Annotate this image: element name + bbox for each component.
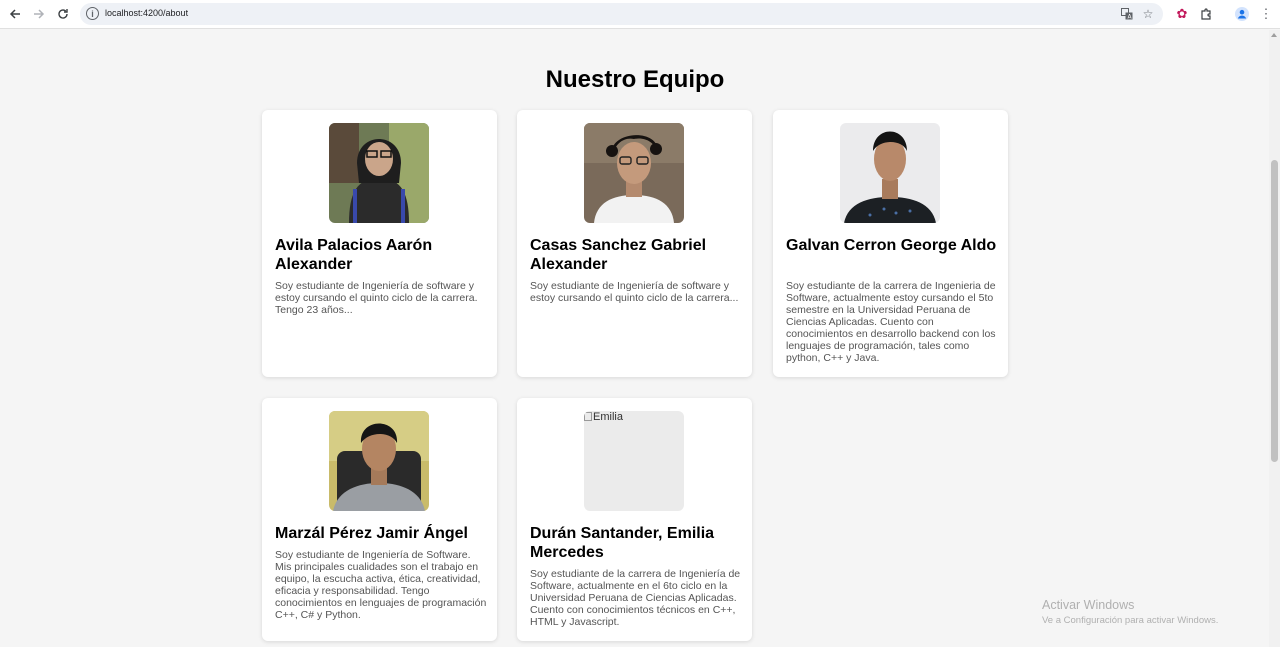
activation-watermark-subtitle: Ve a Configuración para activar Windows.: [1042, 615, 1219, 626]
scroll-up-arrow-icon[interactable]: [1271, 33, 1277, 37]
arrow-left-icon: [9, 9, 20, 19]
broken-image-icon: [584, 412, 592, 421]
member-photo-broken: Emilia: [584, 411, 684, 511]
browser-toolbar: i localhost:4200/about A ☆ ✿ ⋮: [0, 0, 1280, 29]
member-description: Soy estudiante de la carrera de Ingenier…: [530, 568, 741, 628]
image-alt-text: Emilia: [593, 411, 623, 423]
profile-icon[interactable]: [1232, 4, 1252, 24]
page-scrollbar[interactable]: [1269, 30, 1280, 647]
kebab-menu-icon[interactable]: ⋮: [1256, 4, 1276, 24]
member-photo: [329, 123, 429, 223]
member-name: Marzál Pérez Jamir Ángel: [275, 525, 468, 542]
forward-button[interactable]: [27, 2, 51, 26]
broken-image-alt: Emilia: [584, 411, 623, 423]
member-name: Durán Santander, Emilia Mercedes: [530, 525, 715, 561]
extension-logo-icon[interactable]: ✿: [1172, 4, 1192, 24]
team-member-card: Avila Palacios Aarón Alexander Soy estud…: [262, 110, 497, 377]
back-button[interactable]: [3, 2, 27, 26]
member-name: Avila Palacios Aarón Alexander: [275, 237, 433, 273]
team-member-card: Emilia Durán Santander, Emilia Mercedes …: [517, 398, 752, 641]
activation-watermark-title: Activar Windows: [1042, 598, 1135, 612]
member-photo: [329, 411, 429, 511]
member-name: Galvan Cerron George Aldo: [786, 237, 997, 254]
member-description: Soy estudiante de Ingeniería de software…: [530, 280, 739, 304]
page-title: Nuestro Equipo: [545, 66, 725, 93]
scroll-thumb[interactable]: [1271, 160, 1278, 462]
puzzle-icon[interactable]: [1196, 4, 1216, 24]
address-bar[interactable]: i localhost:4200/about A ☆: [80, 3, 1163, 25]
team-member-card: Marzál Pérez Jamir Ángel Soy estudiante …: [262, 398, 497, 641]
reload-icon: [58, 9, 68, 19]
translate-icon[interactable]: A: [1119, 6, 1135, 22]
team-member-card: Casas Sanchez Gabriel Alexander Soy estu…: [517, 110, 752, 377]
team-member-card: Galvan Cerron George Aldo Soy estudiante…: [773, 110, 1008, 377]
member-description: Soy estudiante de Ingeniería de software…: [275, 280, 478, 316]
member-description: Soy estudiante de Ingeniería de Software…: [275, 549, 487, 621]
info-icon[interactable]: i: [86, 7, 99, 20]
star-icon[interactable]: ☆: [1140, 6, 1156, 22]
member-description: Soy estudiante de la carrera de Ingenier…: [786, 280, 996, 364]
member-photo: [840, 123, 940, 223]
arrow-right-icon: [34, 9, 45, 19]
url-text[interactable]: localhost:4200/about: [105, 8, 188, 18]
member-name: Casas Sanchez Gabriel Alexander: [530, 237, 707, 273]
member-photo: [584, 123, 684, 223]
reload-button[interactable]: [51, 2, 75, 26]
